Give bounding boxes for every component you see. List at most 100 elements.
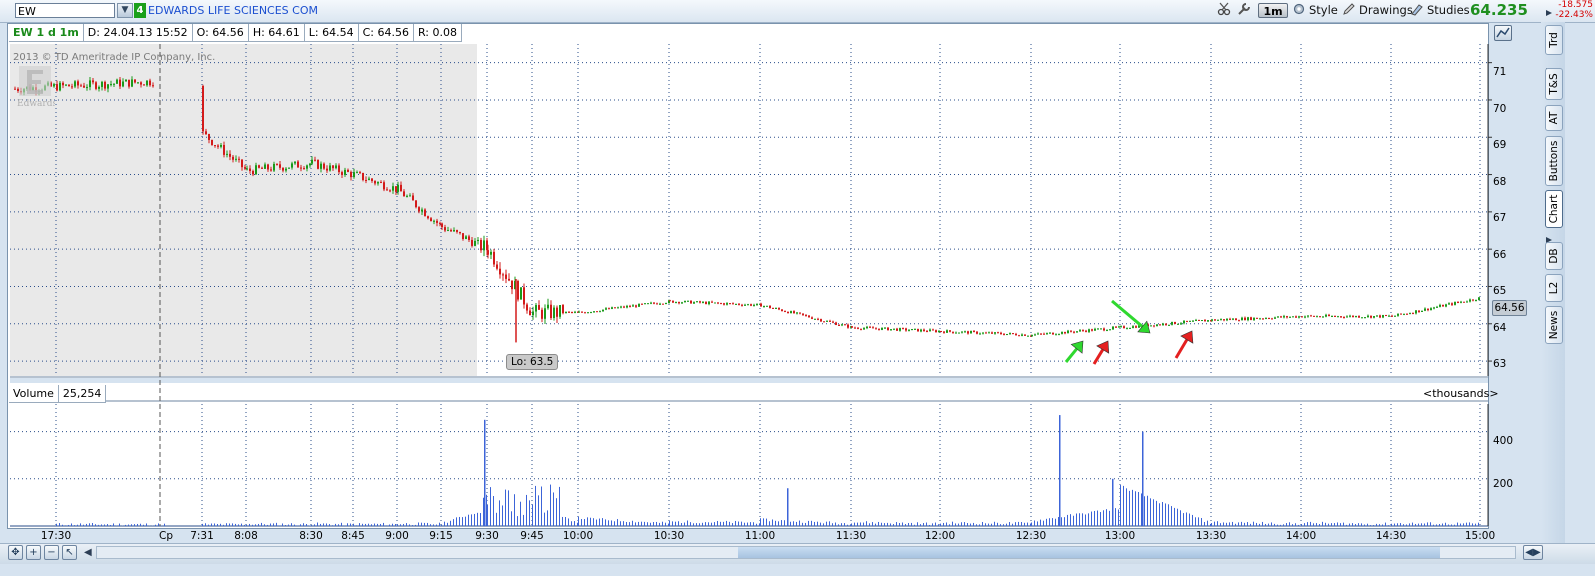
price-candle — [113, 83, 115, 85]
price-candle — [1120, 326, 1122, 328]
time-tick: 14:00 — [1285, 530, 1317, 542]
price-candle — [641, 303, 643, 305]
volume-bar — [1067, 514, 1068, 526]
price-candle — [650, 302, 652, 304]
expand-time-icon[interactable]: ◀▶ — [1523, 545, 1543, 560]
chart-options-icon[interactable] — [1494, 25, 1512, 41]
scroll-left-icon[interactable]: ◀ — [84, 547, 92, 558]
volume-bar — [1049, 518, 1050, 526]
price-candle — [1018, 335, 1020, 337]
price-candle — [1454, 302, 1456, 305]
volume-bar — [872, 522, 873, 526]
price-candle — [581, 311, 583, 313]
price-candle — [211, 139, 213, 146]
volume-bar — [1310, 521, 1311, 526]
volume-bar — [1424, 523, 1425, 526]
time-tick: 11:30 — [835, 530, 867, 542]
price-candle — [887, 327, 889, 331]
volume-bar — [71, 523, 72, 526]
volume-bar — [1174, 507, 1175, 526]
price-candle — [1112, 326, 1114, 330]
volume-bar — [805, 522, 806, 526]
volume-bar — [538, 495, 539, 526]
volume-bar — [611, 520, 612, 526]
volume-bar — [1331, 523, 1332, 526]
volume-bar — [1334, 523, 1335, 526]
zoom-out-icon[interactable]: − — [44, 545, 59, 560]
scrollbar-thumb[interactable] — [738, 547, 1440, 558]
price-candle — [869, 326, 871, 328]
tab-news[interactable]: News — [1545, 306, 1563, 344]
volume-bar — [1439, 524, 1440, 526]
price-candle — [338, 165, 340, 173]
price-candle — [881, 327, 883, 330]
price-candle — [220, 145, 222, 147]
price-candle — [1204, 320, 1206, 322]
volume-bar — [717, 520, 718, 526]
volume-bar — [208, 524, 209, 526]
volume-bar — [535, 485, 536, 526]
collapse-arrow-icon[interactable] — [1546, 6, 1552, 16]
volume-label[interactable]: Volume — [9, 385, 59, 403]
tab-db[interactable]: DB — [1545, 242, 1563, 270]
price-candle — [958, 332, 960, 334]
volume-bar — [735, 520, 736, 526]
price-candle — [1262, 318, 1264, 320]
price-candle — [502, 274, 504, 276]
tab-l2[interactable]: L2 — [1545, 274, 1563, 302]
price-candle — [766, 305, 768, 307]
time-tick: 14:30 — [1375, 530, 1407, 542]
tab-trd[interactable]: Trd — [1545, 25, 1563, 55]
price-candle — [769, 305, 771, 308]
zoom-in-icon[interactable]: + — [26, 545, 41, 560]
volume-bar — [350, 523, 351, 526]
price-candle — [790, 311, 792, 314]
volume-bar — [1358, 523, 1359, 526]
price-tick: 68 — [1493, 176, 1507, 188]
price-candle — [656, 303, 658, 305]
volume-bar — [1132, 489, 1133, 526]
volume-bar — [714, 522, 715, 526]
price-candle — [508, 278, 510, 281]
price-candle — [1192, 320, 1194, 322]
volume-bar — [217, 523, 218, 526]
volume-bar — [902, 522, 903, 526]
volume-bar — [1070, 514, 1071, 526]
volume-bar — [155, 524, 156, 526]
chart-title[interactable]: EW 1 d 1m — [9, 24, 84, 42]
volume-bar — [499, 500, 500, 526]
volume-bar — [1340, 523, 1341, 526]
price-candle — [605, 308, 607, 310]
price-candle — [562, 305, 564, 314]
volume-bar — [705, 522, 706, 526]
volume-bar — [1123, 485, 1124, 526]
tab-at[interactable]: AT — [1545, 105, 1563, 131]
tab-label: Buttons — [1548, 140, 1560, 182]
price-candle — [1325, 314, 1327, 317]
price-candle — [808, 315, 810, 318]
volume-bar — [991, 523, 992, 526]
price-candle — [1211, 319, 1213, 321]
info-high: H: 64.61 — [248, 24, 305, 42]
price-candle — [1159, 324, 1161, 326]
pan-icon[interactable]: ✥ — [8, 545, 23, 560]
price-candle — [617, 307, 619, 309]
tab-tns[interactable]: T&S — [1545, 68, 1563, 100]
volume-bar — [844, 523, 845, 526]
price-candle — [787, 311, 789, 314]
volume-bar — [790, 521, 791, 526]
volume-bar — [412, 525, 413, 526]
price-candle — [1439, 304, 1441, 307]
price-candle — [699, 301, 701, 303]
tab-buttons[interactable]: Buttons — [1545, 136, 1563, 186]
cursor-icon[interactable]: ↖ — [62, 545, 77, 560]
volume-bar — [687, 520, 688, 526]
volume-bar — [1415, 523, 1416, 526]
time-tick: 9:45 — [520, 530, 544, 542]
volume-bar — [681, 523, 682, 526]
price-volume-chart[interactable] — [0, 0, 1595, 576]
tab-chart[interactable]: Chart — [1545, 190, 1563, 228]
tab-label: News — [1548, 310, 1560, 340]
price-candle — [1244, 317, 1246, 321]
volume-bar — [356, 525, 357, 526]
